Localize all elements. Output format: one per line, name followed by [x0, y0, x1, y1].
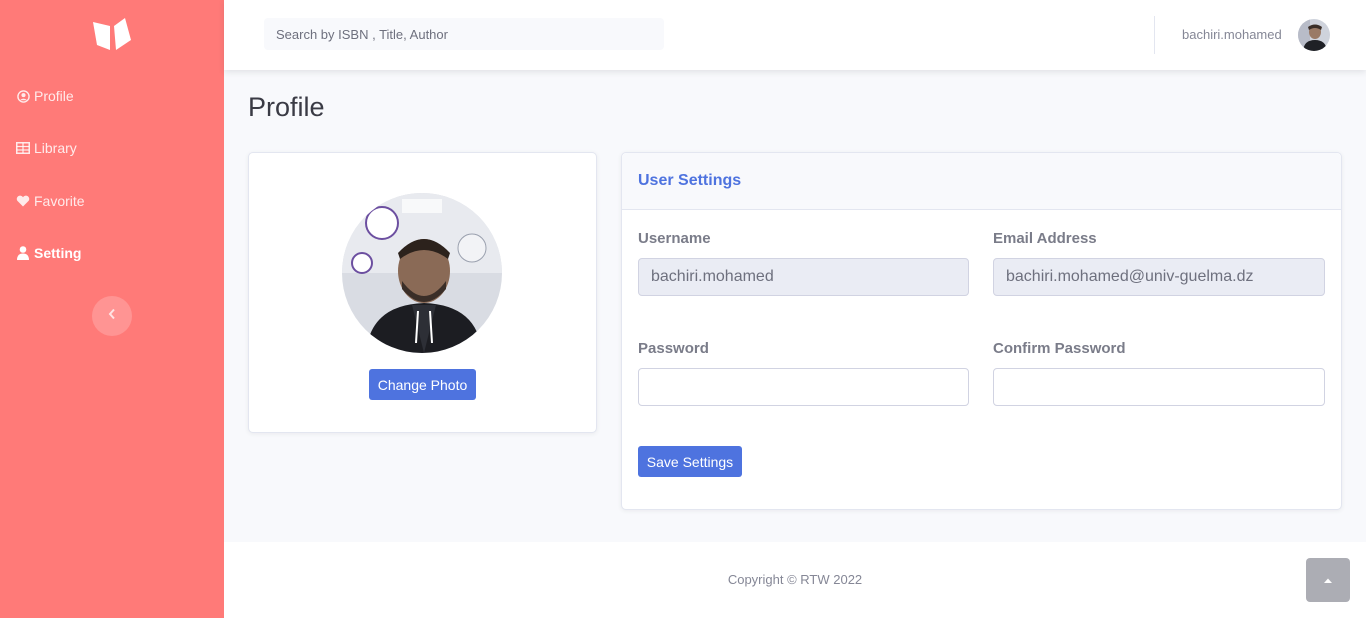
card-header: User Settings — [622, 153, 1341, 210]
heart-icon — [16, 194, 30, 208]
page-title: Profile — [248, 92, 325, 122]
username-label: Username — [638, 230, 711, 247]
sidebar-item-label: Profile — [34, 88, 74, 104]
user-circle-icon — [16, 89, 30, 103]
card-title: User Settings — [638, 172, 742, 189]
open-book-icon[interactable] — [89, 14, 135, 54]
chevron-left-icon — [108, 307, 116, 325]
sidebar: Profile Library Favorite Setting — [0, 0, 224, 618]
user-icon — [16, 246, 30, 260]
topbar-divider — [1154, 16, 1155, 54]
sidebar-item-favorite[interactable]: Favorite — [16, 193, 85, 209]
user-settings-card: User Settings Username Email Address Pas… — [621, 152, 1342, 510]
email-label: Email Address — [993, 230, 1097, 247]
copyright-text: Copyright © RTW 2022 — [727, 572, 863, 587]
password-field[interactable] — [638, 368, 969, 406]
topbar: bachiri.mohamed — [224, 0, 1366, 70]
avatar[interactable] — [1298, 19, 1330, 51]
sidebar-item-profile[interactable]: Profile — [16, 88, 74, 104]
save-settings-button[interactable]: Save Settings — [638, 446, 742, 477]
password-label: Password — [638, 340, 709, 357]
profile-photo — [342, 193, 502, 353]
confirm-password-label: Confirm Password — [993, 340, 1126, 357]
sidebar-item-library[interactable]: Library — [16, 140, 77, 156]
search-input[interactable] — [264, 18, 664, 50]
footer: Copyright © RTW 2022 — [224, 542, 1366, 618]
scroll-to-top-button[interactable] — [1306, 558, 1350, 602]
change-photo-button[interactable]: Change Photo — [369, 369, 476, 400]
email-field[interactable] — [993, 258, 1325, 296]
chevron-up-icon — [1323, 571, 1333, 589]
sidebar-item-label: Favorite — [34, 193, 85, 209]
username-field[interactable] — [638, 258, 969, 296]
sidebar-item-setting[interactable]: Setting — [16, 245, 81, 261]
sidebar-item-label: Library — [34, 140, 77, 156]
table-icon — [16, 141, 30, 155]
confirm-password-field[interactable] — [993, 368, 1325, 406]
sidebar-toggle-button[interactable] — [92, 296, 132, 336]
profile-photo-card: Change Photo — [248, 152, 597, 433]
sidebar-item-label: Setting — [34, 245, 82, 261]
user-name[interactable]: bachiri.mohamed — [1182, 27, 1282, 42]
